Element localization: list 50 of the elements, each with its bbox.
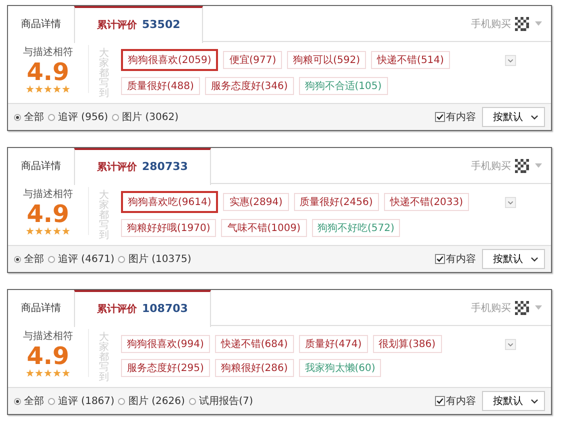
review-tag[interactable]: 服务态度好(295)	[121, 359, 210, 377]
review-tag[interactable]: 快递不错(2033)	[384, 193, 470, 211]
review-tag[interactable]: 很划算(386)	[372, 335, 442, 353]
filter-radio[interactable]: 全部	[14, 110, 44, 124]
mobile-buy-label: 手机购买	[471, 18, 511, 30]
rating-label: 与描述相符	[23, 46, 73, 59]
review-tag[interactable]: 狗粮好好哦(1970)	[121, 219, 216, 237]
has-content-checkbox[interactable]: 有内容	[435, 110, 476, 124]
review-tag[interactable]: 快递不错(684)	[214, 335, 294, 353]
review-tag[interactable]: 便宜(977)	[223, 51, 282, 69]
sort-dropdown[interactable]: 按默认	[482, 107, 545, 127]
review-tag[interactable]: 快递不错(514)	[371, 51, 450, 69]
tab[interactable]: 累计评价 108703	[74, 290, 211, 326]
rating-score: 4.9	[26, 59, 70, 85]
filter-radio[interactable]: 图片 (2626)	[118, 394, 185, 408]
review-tag[interactable]: 我家狗太懒(60)	[298, 359, 382, 377]
filter-radio[interactable]: 追评 (4671)	[48, 252, 114, 266]
filter-radio[interactable]: 图片 (3062)	[112, 110, 179, 124]
filter-radio[interactable]: 追评 (956)	[48, 110, 108, 124]
review-tag[interactable]: 狗粮可以(592)	[287, 51, 366, 69]
review-tag[interactable]: 狗狗很喜欢(2059)	[121, 49, 218, 71]
sort-dropdown[interactable]: 按默认	[482, 249, 545, 269]
review-tag[interactable]: 服务态度好(346)	[204, 77, 294, 95]
filter-radio[interactable]: 全部	[14, 394, 44, 408]
filter-radio[interactable]: 全部	[14, 252, 44, 266]
review-tag[interactable]: 狗狗很喜欢(994)	[121, 335, 210, 353]
rating-label: 与描述相符	[23, 188, 73, 201]
sort-dropdown[interactable]: 按默认	[482, 391, 545, 411]
mobile-buy-label: 手机购买	[471, 160, 511, 172]
rating-score: 4.9	[26, 201, 70, 227]
filter-radio[interactable]: 追评 (1867)	[48, 394, 114, 408]
has-content-checkbox[interactable]: 有内容	[435, 394, 476, 408]
tab[interactable]: 累计评价 280733	[74, 148, 211, 184]
review-tag[interactable]: 质量好(474)	[298, 335, 368, 353]
tab[interactable]: 商品详情	[8, 148, 74, 184]
filter-radio[interactable]: 图片 (10375)	[118, 252, 192, 266]
has-content-checkbox[interactable]: 有内容	[435, 252, 476, 266]
tab[interactable]: 商品详情	[8, 290, 74, 326]
mobile-buy-label: 手机购买	[471, 302, 511, 314]
review-tag[interactable]: 气味不错(1009)	[221, 219, 307, 237]
review-tag[interactable]: 实惠(2894)	[223, 193, 289, 211]
rating-label: 与描述相符	[23, 330, 73, 343]
filter-radio[interactable]: 试用报告(7)	[188, 394, 254, 408]
review-tag[interactable]: 狗粮很好(286)	[214, 359, 294, 377]
tab[interactable]: 商品详情	[8, 6, 74, 42]
review-tag[interactable]: 质量很好(488)	[121, 77, 200, 95]
review-tag[interactable]: 质量很好(2456)	[294, 193, 379, 211]
rating-score: 4.9	[26, 343, 70, 369]
review-tag[interactable]: 狗狗喜欢吃(9614)	[121, 191, 218, 213]
tab[interactable]: 累计评价 53502	[74, 6, 204, 42]
